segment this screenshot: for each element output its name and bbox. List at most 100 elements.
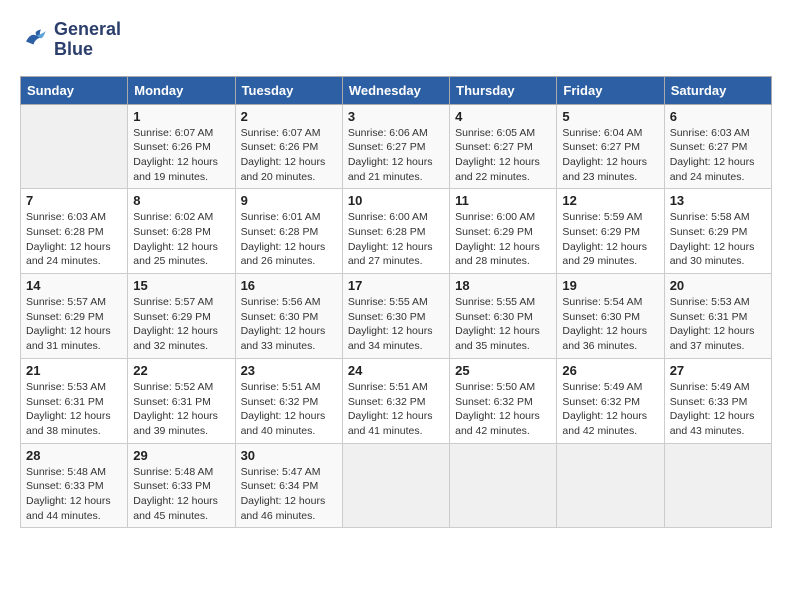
day-info: Sunrise: 6:05 AM Sunset: 6:27 PM Dayligh… xyxy=(455,126,551,185)
day-number: 26 xyxy=(562,363,658,378)
calendar-cell: 24Sunrise: 5:51 AM Sunset: 6:32 PM Dayli… xyxy=(342,358,449,443)
col-header-tuesday: Tuesday xyxy=(235,76,342,104)
calendar-cell xyxy=(450,443,557,528)
calendar-cell xyxy=(664,443,771,528)
day-number: 16 xyxy=(241,278,337,293)
calendar-cell: 28 Sunrise: 5:48 AM Sunset: 6:33 PM Dayli… xyxy=(21,443,128,528)
day-info: Sunrise: 6:07 AM Sunset: 6:26 PM Dayligh… xyxy=(133,126,229,185)
day-info: Sunrise: 6:03 AM Sunset: 6:28 PM Dayligh… xyxy=(26,210,122,269)
day-number: 3 xyxy=(348,109,444,124)
day-number: 30 xyxy=(241,448,337,463)
day-info: Sunrise: 5:58 AM Sunset: 6:29 PM Dayligh… xyxy=(670,210,766,269)
calendar-cell: 17 Sunrise: 5:55 AM Sunset: 6:30 PM Dayli… xyxy=(342,274,449,359)
day-info: Sunrise: 5:51 AM Sunset: 6:32 PM Dayligh… xyxy=(348,380,444,439)
day-info: Sunrise: 5:48 AM Sunset: 6:33 PM Dayligh… xyxy=(133,465,229,524)
calendar-cell: 21 Sunrise: 5:53 AM Sunset: 6:31 PM Dayli… xyxy=(21,358,128,443)
col-header-saturday: Saturday xyxy=(664,76,771,104)
calendar-cell: 27 Sunrise: 5:49 AM Sunset: 6:33 PM Dayli… xyxy=(664,358,771,443)
day-number: 2 xyxy=(241,109,337,124)
day-info: Sunrise: 5:52 AM Sunset: 6:31 PM Dayligh… xyxy=(133,380,229,439)
day-info: Sunrise: 5:53 AM Sunset: 6:31 PM Dayligh… xyxy=(670,295,766,354)
col-header-monday: Monday xyxy=(128,76,235,104)
calendar-cell xyxy=(342,443,449,528)
day-number: 19 xyxy=(562,278,658,293)
logo-icon xyxy=(20,25,50,55)
col-header-thursday: Thursday xyxy=(450,76,557,104)
day-info: Sunrise: 5:57 AM Sunset: 6:29 PM Dayligh… xyxy=(26,295,122,354)
day-number: 27 xyxy=(670,363,766,378)
day-info: Sunrise: 6:00 AM Sunset: 6:28 PM Dayligh… xyxy=(348,210,444,269)
calendar-cell xyxy=(21,104,128,189)
day-number: 10 xyxy=(348,193,444,208)
calendar-cell: 5Sunrise: 6:04 AM Sunset: 6:27 PM Daylig… xyxy=(557,104,664,189)
day-info: Sunrise: 5:57 AM Sunset: 6:29 PM Dayligh… xyxy=(133,295,229,354)
day-info: Sunrise: 5:53 AM Sunset: 6:31 PM Dayligh… xyxy=(26,380,122,439)
day-info: Sunrise: 5:56 AM Sunset: 6:30 PM Dayligh… xyxy=(241,295,337,354)
day-number: 21 xyxy=(26,363,122,378)
calendar-cell: 16 Sunrise: 5:56 AM Sunset: 6:30 PM Dayli… xyxy=(235,274,342,359)
day-info: Sunrise: 6:02 AM Sunset: 6:28 PM Dayligh… xyxy=(133,210,229,269)
day-info: Sunrise: 5:49 AM Sunset: 6:33 PM Dayligh… xyxy=(670,380,766,439)
calendar-cell: 1 Sunrise: 6:07 AM Sunset: 6:26 PM Daylig… xyxy=(128,104,235,189)
calendar-cell: 19 Sunrise: 5:54 AM Sunset: 6:30 PM Dayli… xyxy=(557,274,664,359)
calendar-cell: 2Sunrise: 6:07 AM Sunset: 6:26 PM Daylig… xyxy=(235,104,342,189)
week-row-4: 21 Sunrise: 5:53 AM Sunset: 6:31 PM Dayli… xyxy=(21,358,772,443)
day-info: Sunrise: 5:50 AM Sunset: 6:32 PM Dayligh… xyxy=(455,380,551,439)
calendar-cell: 13 Sunrise: 5:58 AM Sunset: 6:29 PM Dayli… xyxy=(664,189,771,274)
day-info: Sunrise: 6:00 AM Sunset: 6:29 PM Dayligh… xyxy=(455,210,551,269)
week-row-2: 7 Sunrise: 6:03 AM Sunset: 6:28 PM Daylig… xyxy=(21,189,772,274)
calendar-cell: 23 Sunrise: 5:51 AM Sunset: 6:32 PM Dayli… xyxy=(235,358,342,443)
day-number: 28 xyxy=(26,448,122,463)
calendar-cell: 8 Sunrise: 6:02 AM Sunset: 6:28 PM Daylig… xyxy=(128,189,235,274)
day-info: Sunrise: 5:47 AM Sunset: 6:34 PM Dayligh… xyxy=(241,465,337,524)
day-info: Sunrise: 5:55 AM Sunset: 6:30 PM Dayligh… xyxy=(348,295,444,354)
day-number: 8 xyxy=(133,193,229,208)
day-number: 18 xyxy=(455,278,551,293)
col-header-wednesday: Wednesday xyxy=(342,76,449,104)
day-number: 14 xyxy=(26,278,122,293)
day-number: 7 xyxy=(26,193,122,208)
calendar-cell: 3 Sunrise: 6:06 AM Sunset: 6:27 PM Daylig… xyxy=(342,104,449,189)
calendar-cell: 7 Sunrise: 6:03 AM Sunset: 6:28 PM Daylig… xyxy=(21,189,128,274)
calendar-cell: 10 Sunrise: 6:00 AM Sunset: 6:28 PM Dayli… xyxy=(342,189,449,274)
day-info: Sunrise: 5:51 AM Sunset: 6:32 PM Dayligh… xyxy=(241,380,337,439)
col-header-sunday: Sunday xyxy=(21,76,128,104)
day-number: 29 xyxy=(133,448,229,463)
calendar-cell: 30 Sunrise: 5:47 AM Sunset: 6:34 PM Dayli… xyxy=(235,443,342,528)
calendar-cell: 12Sunrise: 5:59 AM Sunset: 6:29 PM Dayli… xyxy=(557,189,664,274)
calendar-cell: 20 Sunrise: 5:53 AM Sunset: 6:31 PM Dayli… xyxy=(664,274,771,359)
day-number: 9 xyxy=(241,193,337,208)
week-row-3: 14 Sunrise: 5:57 AM Sunset: 6:29 PM Dayli… xyxy=(21,274,772,359)
day-number: 6 xyxy=(670,109,766,124)
day-number: 25 xyxy=(455,363,551,378)
day-number: 1 xyxy=(133,109,229,124)
day-number: 20 xyxy=(670,278,766,293)
day-info: Sunrise: 5:55 AM Sunset: 6:30 PM Dayligh… xyxy=(455,295,551,354)
calendar-cell: 11Sunrise: 6:00 AM Sunset: 6:29 PM Dayli… xyxy=(450,189,557,274)
day-info: Sunrise: 6:06 AM Sunset: 6:27 PM Dayligh… xyxy=(348,126,444,185)
day-number: 23 xyxy=(241,363,337,378)
calendar-cell: 4 Sunrise: 6:05 AM Sunset: 6:27 PM Daylig… xyxy=(450,104,557,189)
calendar-cell: 15 Sunrise: 5:57 AM Sunset: 6:29 PM Dayli… xyxy=(128,274,235,359)
calendar-cell: 29 Sunrise: 5:48 AM Sunset: 6:33 PM Dayli… xyxy=(128,443,235,528)
day-number: 4 xyxy=(455,109,551,124)
day-number: 15 xyxy=(133,278,229,293)
day-number: 13 xyxy=(670,193,766,208)
week-row-1: 1 Sunrise: 6:07 AM Sunset: 6:26 PM Daylig… xyxy=(21,104,772,189)
logo-text: General Blue xyxy=(54,20,121,60)
day-info: Sunrise: 6:03 AM Sunset: 6:27 PM Dayligh… xyxy=(670,126,766,185)
page-header: General Blue xyxy=(20,20,772,60)
day-number: 17 xyxy=(348,278,444,293)
day-number: 22 xyxy=(133,363,229,378)
day-info: Sunrise: 5:48 AM Sunset: 6:33 PM Dayligh… xyxy=(26,465,122,524)
calendar-cell xyxy=(557,443,664,528)
calendar-cell: 6 Sunrise: 6:03 AM Sunset: 6:27 PM Daylig… xyxy=(664,104,771,189)
calendar-cell: 22 Sunrise: 5:52 AM Sunset: 6:31 PM Dayli… xyxy=(128,358,235,443)
calendar-cell: 25 Sunrise: 5:50 AM Sunset: 6:32 PM Dayli… xyxy=(450,358,557,443)
col-header-friday: Friday xyxy=(557,76,664,104)
day-info: Sunrise: 5:49 AM Sunset: 6:32 PM Dayligh… xyxy=(562,380,658,439)
calendar-cell: 18 Sunrise: 5:55 AM Sunset: 6:30 PM Dayli… xyxy=(450,274,557,359)
calendar-cell: 26 Sunrise: 5:49 AM Sunset: 6:32 PM Dayli… xyxy=(557,358,664,443)
day-info: Sunrise: 5:54 AM Sunset: 6:30 PM Dayligh… xyxy=(562,295,658,354)
day-info: Sunrise: 5:59 AM Sunset: 6:29 PM Dayligh… xyxy=(562,210,658,269)
